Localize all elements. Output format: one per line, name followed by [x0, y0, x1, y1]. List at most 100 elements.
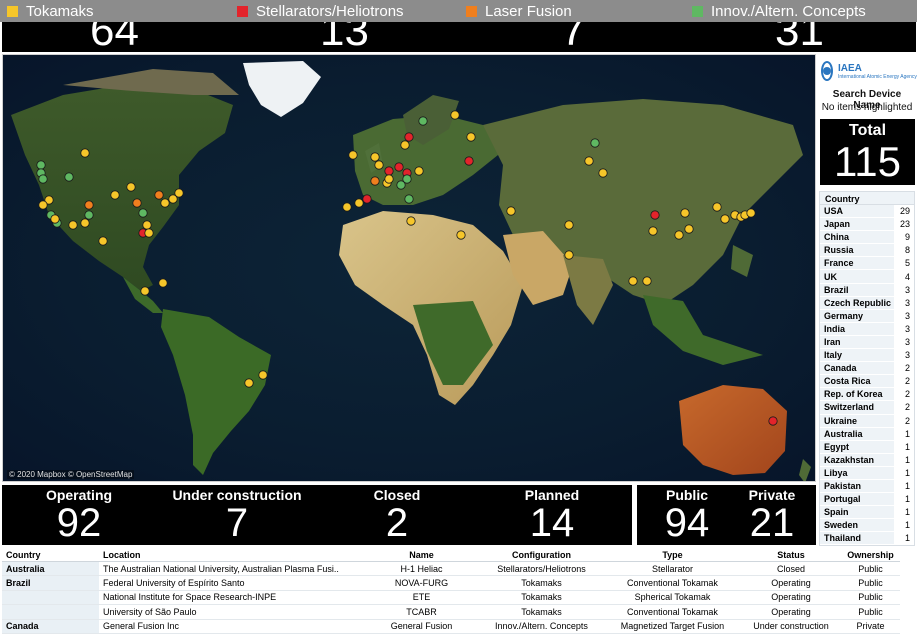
country-row[interactable]: China 9 [820, 231, 914, 245]
col-country[interactable]: Country [2, 548, 99, 561]
device-marker[interactable] [174, 188, 184, 198]
country-row[interactable]: USA 29 [820, 205, 914, 219]
device-marker[interactable] [746, 208, 756, 218]
country-row[interactable]: Japan 23 [820, 218, 914, 232]
device-marker[interactable] [402, 174, 412, 184]
country-row[interactable]: Egypt 1 [820, 440, 914, 454]
legend-item-laser-fusion[interactable]: Laser Fusion [466, 3, 572, 20]
device-marker[interactable] [154, 190, 164, 200]
device-marker[interactable] [362, 194, 372, 204]
country-row[interactable]: France 5 [820, 257, 914, 271]
country-row[interactable]: Spain 1 [820, 506, 914, 520]
device-marker[interactable] [404, 132, 414, 142]
device-marker[interactable] [506, 206, 516, 216]
country-row[interactable]: India 3 [820, 322, 914, 336]
country-row[interactable]: Costa Rica 2 [820, 375, 914, 389]
device-marker[interactable] [404, 194, 414, 204]
device-marker[interactable] [258, 370, 268, 380]
device-marker[interactable] [98, 236, 108, 246]
col-configuration[interactable]: Configuration [479, 548, 604, 561]
device-marker[interactable] [244, 378, 254, 388]
device-marker[interactable] [84, 210, 94, 220]
country-row[interactable]: Czech Republic 3 [820, 296, 914, 310]
device-marker[interactable] [564, 220, 574, 230]
device-marker[interactable] [584, 156, 594, 166]
country-row[interactable]: Germany 3 [820, 309, 914, 323]
country-row[interactable]: Sweden 1 [820, 519, 914, 533]
device-marker[interactable] [394, 162, 404, 172]
col-type[interactable]: Type [604, 548, 741, 561]
device-marker[interactable] [38, 174, 48, 184]
country-row[interactable]: Portugal 1 [820, 493, 914, 507]
device-marker[interactable] [50, 214, 60, 224]
device-marker[interactable] [140, 286, 150, 296]
col-location[interactable]: Location [99, 548, 364, 561]
country-row[interactable]: Russia 8 [820, 244, 914, 258]
device-marker[interactable] [466, 132, 476, 142]
device-marker[interactable] [64, 172, 74, 182]
map-attribution[interactable]: © 2020 Mapbox © OpenStreetMap [7, 470, 135, 479]
device-marker[interactable] [650, 210, 660, 220]
device-marker[interactable] [36, 160, 46, 170]
device-marker[interactable] [414, 166, 424, 176]
device-marker[interactable] [138, 208, 148, 218]
device-marker[interactable] [648, 226, 658, 236]
device-marker[interactable] [142, 220, 152, 230]
device-marker[interactable] [384, 166, 394, 176]
table-row[interactable]: Brazil Federal University of Espírito San… [2, 576, 900, 591]
ownership-public[interactable]: Public 94 [647, 485, 727, 543]
device-marker[interactable] [110, 190, 120, 200]
device-marker[interactable] [400, 140, 410, 150]
device-marker[interactable] [374, 160, 384, 170]
device-marker[interactable] [684, 224, 694, 234]
device-marker[interactable] [126, 182, 136, 192]
status-planned[interactable]: Planned 14 [492, 485, 612, 543]
col-ownership[interactable]: Ownership [841, 548, 900, 561]
device-marker[interactable] [68, 220, 78, 230]
ownership-private[interactable]: Private 21 [732, 485, 812, 543]
country-row[interactable]: Canada 2 [820, 362, 914, 376]
device-marker[interactable] [354, 198, 364, 208]
legend-item-tokamaks[interactable]: Tokamaks [7, 3, 94, 20]
table-row[interactable]: Australia The Australian National Univers… [2, 562, 900, 577]
device-marker[interactable] [768, 416, 778, 426]
country-row[interactable]: Kazakhstan 1 [820, 453, 914, 467]
device-marker[interactable] [84, 200, 94, 210]
device-marker[interactable] [564, 250, 574, 260]
country-row[interactable]: UK 4 [820, 270, 914, 284]
device-marker[interactable] [406, 216, 416, 226]
device-marker[interactable] [598, 168, 608, 178]
device-marker[interactable] [80, 218, 90, 228]
legend-item-innov-altern[interactable]: Innov./Altern. Concepts [692, 3, 866, 20]
table-row[interactable]: National Institute for Space Research-IN… [2, 590, 900, 606]
legend-item-stellarators[interactable]: Stellarators/Heliotrons [237, 3, 404, 20]
device-marker[interactable] [674, 230, 684, 240]
device-marker[interactable] [680, 208, 690, 218]
device-marker[interactable] [158, 278, 168, 288]
country-row[interactable]: Libya 1 [820, 466, 914, 480]
col-name[interactable]: Name [364, 548, 479, 561]
device-marker[interactable] [590, 138, 600, 148]
device-marker[interactable] [464, 156, 474, 166]
country-row[interactable]: Australia 1 [820, 427, 914, 441]
device-marker[interactable] [642, 276, 652, 286]
device-marker[interactable] [38, 200, 48, 210]
device-marker[interactable] [160, 198, 170, 208]
device-marker[interactable] [720, 214, 730, 224]
country-row[interactable]: Switzerland 2 [820, 401, 914, 415]
country-row[interactable]: Thailand 1 [820, 532, 914, 546]
table-row[interactable]: University of São Paulo TCABR Tokamaks Conv… [2, 605, 900, 620]
device-marker[interactable] [132, 198, 142, 208]
country-row[interactable]: Rep. of Korea 2 [820, 388, 914, 402]
country-row[interactable]: Iran 3 [820, 335, 914, 350]
country-row[interactable]: Ukraine 2 [820, 414, 914, 428]
device-marker[interactable] [628, 276, 638, 286]
device-marker[interactable] [348, 150, 358, 160]
device-marker[interactable] [456, 230, 466, 240]
device-marker[interactable] [450, 110, 460, 120]
status-under-construction[interactable]: Under construction 7 [162, 485, 312, 543]
device-marker[interactable] [342, 202, 352, 212]
device-marker[interactable] [384, 174, 394, 184]
world-map[interactable]: © 2020 Mapbox © OpenStreetMap [2, 54, 816, 482]
table-row[interactable]: Canada General Fusion Inc General Fusion In… [2, 619, 900, 634]
